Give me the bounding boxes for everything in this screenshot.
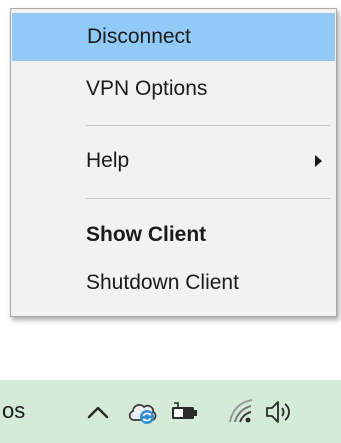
menu-item-label: VPN Options xyxy=(86,77,208,100)
vpn-client-icon[interactable] xyxy=(126,396,158,428)
menu-item-help[interactable]: Help xyxy=(11,137,336,185)
menu-item-show-client[interactable]: Show Client xyxy=(11,211,336,259)
menu-separator xyxy=(86,198,330,199)
menu-item-label: Disconnect xyxy=(87,25,191,48)
menu-item-vpn-options[interactable]: VPN Options xyxy=(11,65,336,113)
submenu-arrow-icon xyxy=(315,155,322,167)
taskbar-truncated-label[interactable]: os xyxy=(2,398,25,424)
speaker-icon[interactable] xyxy=(262,396,294,428)
menu-item-label: Help xyxy=(86,149,130,172)
menu-separator xyxy=(86,125,330,126)
chevron-up-icon[interactable] xyxy=(82,396,114,428)
context-menu: Disconnect VPN Options Help Show Client … xyxy=(10,8,337,317)
wifi-icon[interactable] xyxy=(226,396,258,428)
menu-item-shutdown-client[interactable]: Shutdown Client xyxy=(11,259,336,307)
menu-item-label: Show Client xyxy=(86,223,207,246)
menu-item-label: Shutdown Client xyxy=(86,271,239,294)
menu-item-disconnect[interactable]: Disconnect xyxy=(12,13,335,61)
battery-icon[interactable] xyxy=(168,396,200,428)
taskbar: os xyxy=(0,380,341,443)
